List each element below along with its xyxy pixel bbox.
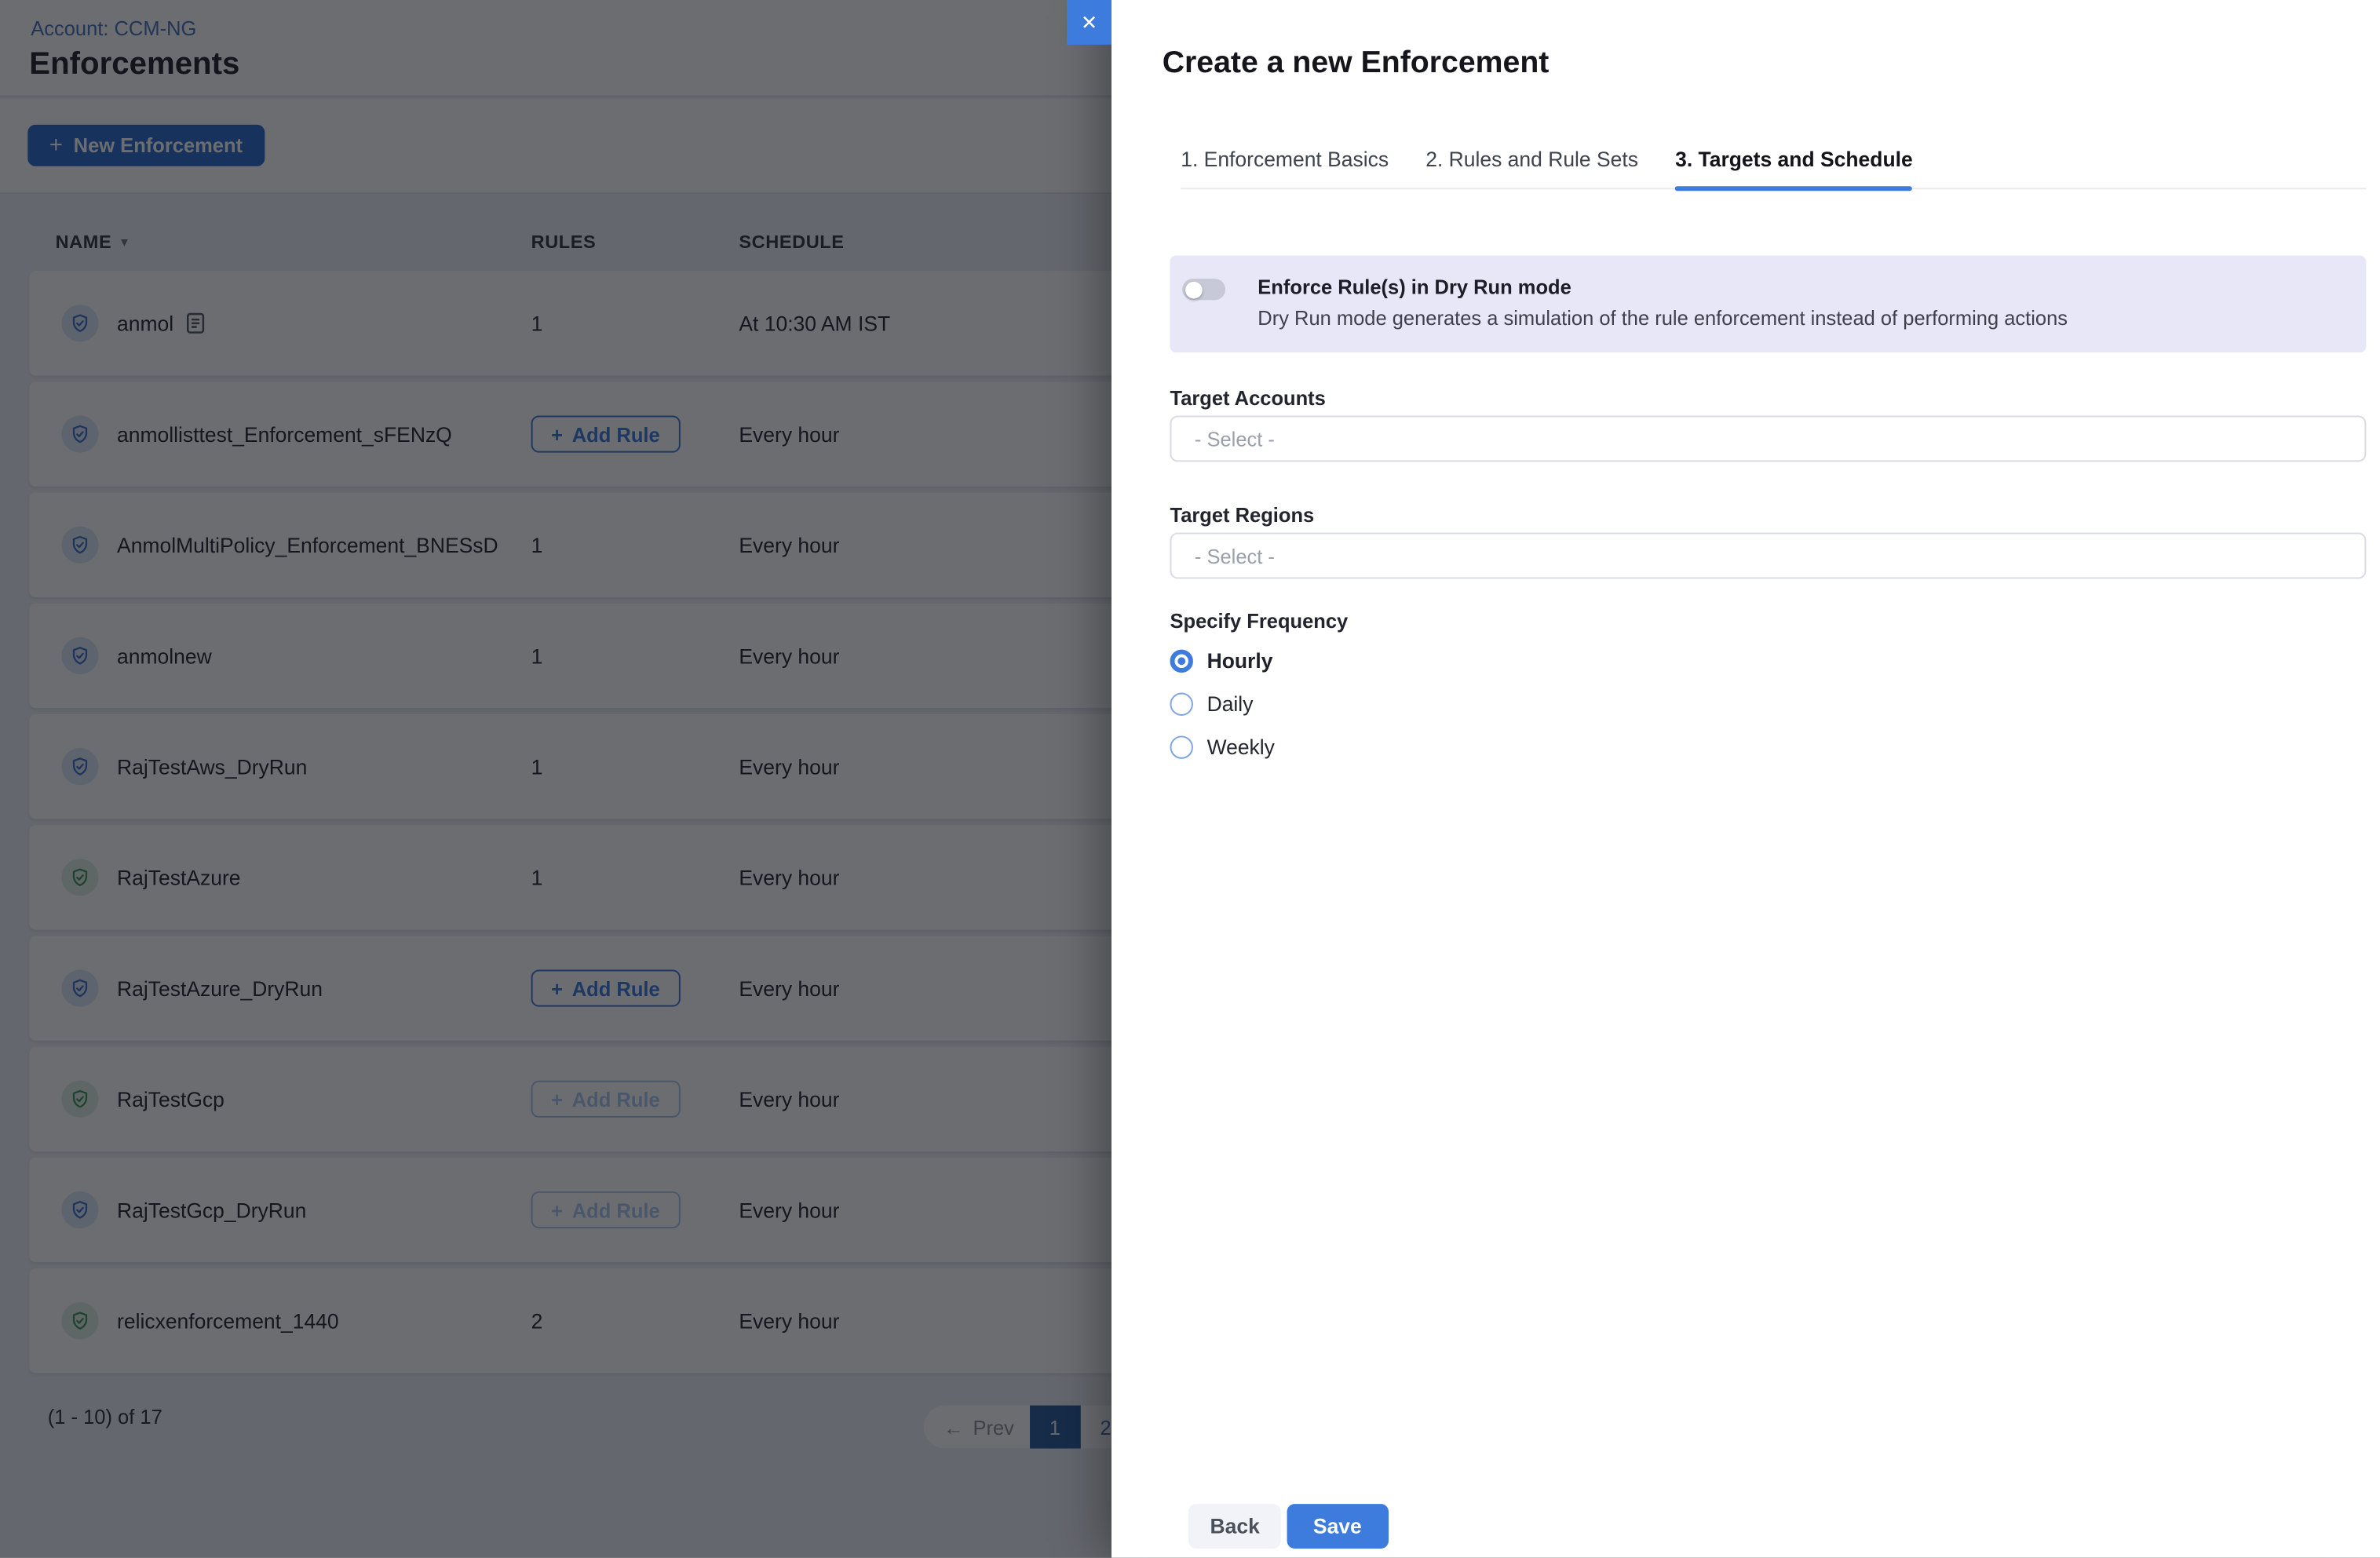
toggle-knob <box>1185 281 1202 298</box>
dry-run-title: Enforce Rule(s) in Dry Run mode <box>1258 275 1571 298</box>
frequency-radio-weekly[interactable]: Weekly <box>1170 727 1275 767</box>
radio-unselected-icon <box>1170 735 1193 757</box>
create-enforcement-drawer: ✕ Create a new Enforcement 1. Enforcemen… <box>1112 0 2380 1558</box>
specify-frequency-label: Specify Frequency <box>1170 610 1349 633</box>
tab-2[interactable]: 2. Rules and Rule Sets <box>1425 148 1638 188</box>
radio-label: Daily <box>1207 692 1254 715</box>
target-accounts-select[interactable]: - Select - <box>1170 416 2367 462</box>
target-regions-label: Target Regions <box>1170 503 1315 526</box>
frequency-radio-hourly[interactable]: Hourly <box>1170 640 1273 680</box>
wizard-tabs: 1. Enforcement Basics 2. Rules and Rule S… <box>1181 148 2366 189</box>
radio-unselected-icon <box>1170 692 1193 715</box>
radio-label: Hourly <box>1207 649 1273 672</box>
app-root: Account: CCM-NG Enforcements + New Enfor… <box>0 0 2380 1558</box>
frequency-radio-daily[interactable]: Daily <box>1170 684 1254 724</box>
close-button[interactable]: ✕ <box>1067 0 1112 45</box>
tab-1[interactable]: 1. Enforcement Basics <box>1181 148 1389 188</box>
target-accounts-placeholder: - Select - <box>1195 427 1275 450</box>
dry-run-toggle[interactable] <box>1182 279 1225 300</box>
back-button[interactable]: Back <box>1188 1504 1281 1549</box>
target-accounts-label: Target Accounts <box>1170 386 1326 409</box>
tab-3[interactable]: 3. Targets and Schedule <box>1675 148 1913 188</box>
save-button[interactable]: Save <box>1287 1504 1389 1549</box>
close-icon: ✕ <box>1081 10 1097 35</box>
dry-run-description: Dry Run mode generates a simulation of t… <box>1258 306 2068 329</box>
target-regions-select[interactable]: - Select - <box>1170 533 2367 579</box>
dry-run-banner: Enforce Rule(s) in Dry Run mode Dry Run … <box>1170 256 2367 353</box>
drawer-title: Create a new Enforcement <box>1163 46 1550 82</box>
radio-selected-icon <box>1170 649 1193 672</box>
radio-label: Weekly <box>1207 735 1275 757</box>
target-regions-placeholder: - Select - <box>1195 544 1275 567</box>
